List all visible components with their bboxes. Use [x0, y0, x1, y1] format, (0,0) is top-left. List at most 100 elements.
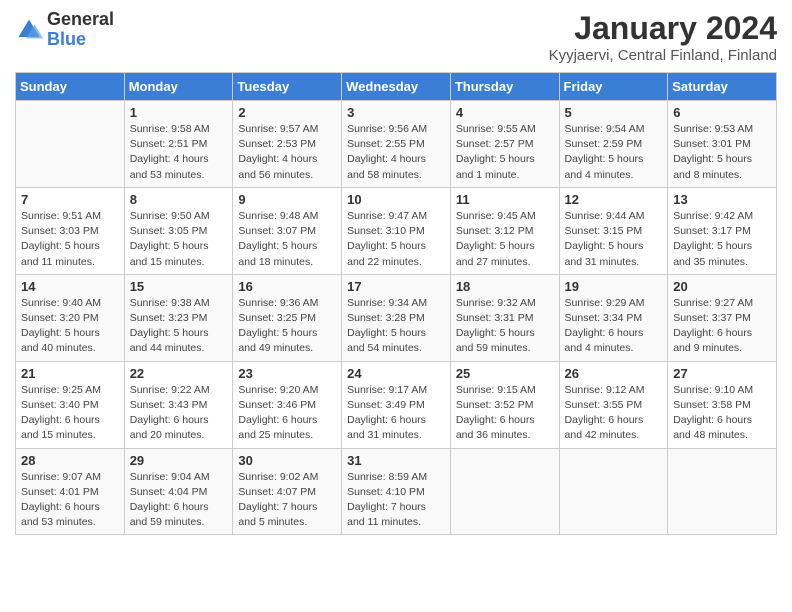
calendar-cell: 3 Sunrise: 9:56 AMSunset: 2:55 PMDaylight…	[342, 101, 451, 188]
weekday-header-saturday: Saturday	[668, 73, 777, 101]
day-info: Sunrise: 9:04 AMSunset: 4:04 PMDaylight:…	[130, 470, 228, 531]
day-number: 2	[238, 105, 336, 120]
day-info: Sunrise: 9:22 AMSunset: 3:43 PMDaylight:…	[130, 383, 228, 444]
day-number: 11	[456, 192, 554, 207]
week-row-5: 28 Sunrise: 9:07 AMSunset: 4:01 PMDayligh…	[16, 448, 777, 535]
title-area: January 2024 Kyyjaervi, Central Finland,…	[549, 10, 777, 64]
week-row-4: 21 Sunrise: 9:25 AMSunset: 3:40 PMDayligh…	[16, 361, 777, 448]
calendar-table: SundayMondayTuesdayWednesdayThursdayFrid…	[15, 72, 777, 535]
calendar-cell	[668, 448, 777, 535]
day-info: Sunrise: 9:25 AMSunset: 3:40 PMDaylight:…	[21, 383, 119, 444]
logo-blue-text: Blue	[47, 30, 114, 50]
weekday-header-thursday: Thursday	[450, 73, 559, 101]
logo-icon	[15, 16, 43, 44]
day-info: Sunrise: 9:53 AMSunset: 3:01 PMDaylight:…	[673, 122, 771, 183]
logo: General Blue	[15, 10, 114, 50]
day-info: Sunrise: 9:40 AMSunset: 3:20 PMDaylight:…	[21, 296, 119, 357]
day-info: Sunrise: 9:27 AMSunset: 3:37 PMDaylight:…	[673, 296, 771, 357]
calendar-cell: 10 Sunrise: 9:47 AMSunset: 3:10 PMDayligh…	[342, 187, 451, 274]
day-number: 29	[130, 453, 228, 468]
day-number: 4	[456, 105, 554, 120]
day-info: Sunrise: 9:50 AMSunset: 3:05 PMDaylight:…	[130, 209, 228, 270]
weekday-header-friday: Friday	[559, 73, 668, 101]
calendar-cell: 30Sunrise: 9:02 AMSunset: 4:07 PMDayligh…	[233, 448, 342, 535]
calendar-cell: 31 Sunrise: 8:59 AMSunset: 4:10 PMDayligh…	[342, 448, 451, 535]
calendar-cell: 21 Sunrise: 9:25 AMSunset: 3:40 PMDayligh…	[16, 361, 125, 448]
calendar-cell: 6 Sunrise: 9:53 AMSunset: 3:01 PMDaylight…	[668, 101, 777, 188]
logo-text: General Blue	[47, 10, 114, 50]
calendar-cell: 27Sunrise: 9:10 AMSunset: 3:58 PMDayligh…	[668, 361, 777, 448]
day-number: 17	[347, 279, 445, 294]
day-info: Sunrise: 9:58 AMSunset: 2:51 PMDaylight:…	[130, 122, 228, 183]
day-info: Sunrise: 9:47 AMSunset: 3:10 PMDaylight:…	[347, 209, 445, 270]
day-number: 13	[673, 192, 771, 207]
day-info: Sunrise: 9:12 AMSunset: 3:55 PMDaylight:…	[565, 383, 663, 444]
calendar-cell: 19 Sunrise: 9:29 AMSunset: 3:34 PMDayligh…	[559, 274, 668, 361]
day-info: Sunrise: 9:48 AMSunset: 3:07 PMDaylight:…	[238, 209, 336, 270]
day-info: Sunrise: 9:51 AMSunset: 3:03 PMDaylight:…	[21, 209, 119, 270]
day-number: 26	[565, 366, 663, 381]
calendar-cell: 7 Sunrise: 9:51 AMSunset: 3:03 PMDaylight…	[16, 187, 125, 274]
day-info: Sunrise: 9:57 AMSunset: 2:53 PMDaylight:…	[238, 122, 336, 183]
calendar-cell: 18Sunrise: 9:32 AMSunset: 3:31 PMDayligh…	[450, 274, 559, 361]
weekday-header-sunday: Sunday	[16, 73, 125, 101]
calendar-cell: 9 Sunrise: 9:48 AMSunset: 3:07 PMDaylight…	[233, 187, 342, 274]
calendar-cell: 22 Sunrise: 9:22 AMSunset: 3:43 PMDayligh…	[124, 361, 233, 448]
day-number: 30	[238, 453, 336, 468]
calendar-cell: 28 Sunrise: 9:07 AMSunset: 4:01 PMDayligh…	[16, 448, 125, 535]
day-number: 6	[673, 105, 771, 120]
day-info: Sunrise: 9:20 AMSunset: 3:46 PMDaylight:…	[238, 383, 336, 444]
day-number: 23	[238, 366, 336, 381]
day-number: 12	[565, 192, 663, 207]
week-row-3: 14Sunrise: 9:40 AMSunset: 3:20 PMDayligh…	[16, 274, 777, 361]
calendar-cell: 5Sunrise: 9:54 AMSunset: 2:59 PMDaylight…	[559, 101, 668, 188]
day-info: Sunrise: 9:44 AMSunset: 3:15 PMDaylight:…	[565, 209, 663, 270]
calendar-cell: 20 Sunrise: 9:27 AMSunset: 3:37 PMDayligh…	[668, 274, 777, 361]
calendar-cell: 25 Sunrise: 9:15 AMSunset: 3:52 PMDayligh…	[450, 361, 559, 448]
calendar-cell: 16 Sunrise: 9:36 AMSunset: 3:25 PMDayligh…	[233, 274, 342, 361]
day-number: 18	[456, 279, 554, 294]
calendar-cell: 14Sunrise: 9:40 AMSunset: 3:20 PMDayligh…	[16, 274, 125, 361]
day-info: Sunrise: 9:17 AMSunset: 3:49 PMDaylight:…	[347, 383, 445, 444]
weekday-header-tuesday: Tuesday	[233, 73, 342, 101]
day-info: Sunrise: 9:29 AMSunset: 3:34 PMDaylight:…	[565, 296, 663, 357]
calendar-cell: 13 Sunrise: 9:42 AMSunset: 3:17 PMDayligh…	[668, 187, 777, 274]
day-number: 20	[673, 279, 771, 294]
day-number: 31	[347, 453, 445, 468]
day-number: 10	[347, 192, 445, 207]
calendar-cell: 17Sunrise: 9:34 AMSunset: 3:28 PMDayligh…	[342, 274, 451, 361]
calendar-cell: 8 Sunrise: 9:50 AMSunset: 3:05 PMDaylight…	[124, 187, 233, 274]
day-info: Sunrise: 9:36 AMSunset: 3:25 PMDaylight:…	[238, 296, 336, 357]
day-number: 19	[565, 279, 663, 294]
day-info: Sunrise: 9:07 AMSunset: 4:01 PMDaylight:…	[21, 470, 119, 531]
day-number: 9	[238, 192, 336, 207]
logo-general-text: General	[47, 10, 114, 30]
week-row-2: 7 Sunrise: 9:51 AMSunset: 3:03 PMDaylight…	[16, 187, 777, 274]
day-number: 3	[347, 105, 445, 120]
calendar-cell: 24 Sunrise: 9:17 AMSunset: 3:49 PMDayligh…	[342, 361, 451, 448]
day-number: 22	[130, 366, 228, 381]
calendar-cell	[559, 448, 668, 535]
day-number: 24	[347, 366, 445, 381]
day-number: 15	[130, 279, 228, 294]
day-number: 21	[21, 366, 119, 381]
day-info: Sunrise: 8:59 AMSunset: 4:10 PMDaylight:…	[347, 470, 445, 531]
calendar-cell	[450, 448, 559, 535]
day-number: 16	[238, 279, 336, 294]
calendar-cell: 23 Sunrise: 9:20 AMSunset: 3:46 PMDayligh…	[233, 361, 342, 448]
day-info: Sunrise: 9:56 AMSunset: 2:55 PMDaylight:…	[347, 122, 445, 183]
week-row-1: 1Sunrise: 9:58 AMSunset: 2:51 PMDaylight…	[16, 101, 777, 188]
calendar-cell: 11Sunrise: 9:45 AMSunset: 3:12 PMDayligh…	[450, 187, 559, 274]
day-info: Sunrise: 9:38 AMSunset: 3:23 PMDaylight:…	[130, 296, 228, 357]
day-number: 25	[456, 366, 554, 381]
day-number: 28	[21, 453, 119, 468]
weekday-header-row: SundayMondayTuesdayWednesdayThursdayFrid…	[16, 73, 777, 101]
day-number: 27	[673, 366, 771, 381]
day-info: Sunrise: 9:15 AMSunset: 3:52 PMDaylight:…	[456, 383, 554, 444]
calendar-cell: 26 Sunrise: 9:12 AMSunset: 3:55 PMDayligh…	[559, 361, 668, 448]
day-number: 7	[21, 192, 119, 207]
day-info: Sunrise: 9:42 AMSunset: 3:17 PMDaylight:…	[673, 209, 771, 270]
weekday-header-wednesday: Wednesday	[342, 73, 451, 101]
day-number: 8	[130, 192, 228, 207]
calendar-cell: 15 Sunrise: 9:38 AMSunset: 3:23 PMDayligh…	[124, 274, 233, 361]
